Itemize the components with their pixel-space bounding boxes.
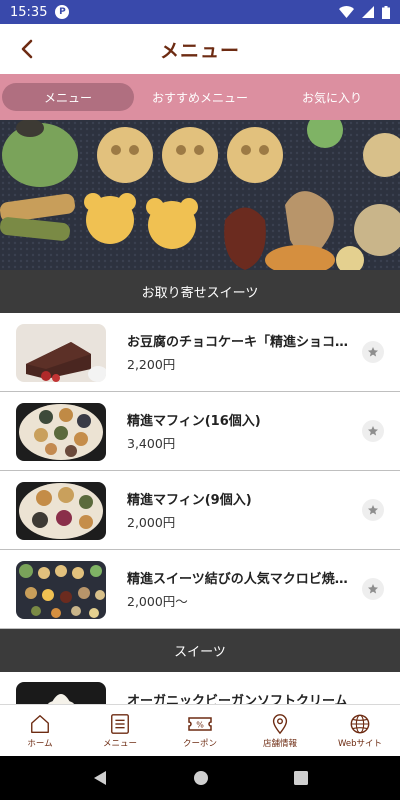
- nav-coupon[interactable]: % クーポン: [160, 705, 240, 756]
- nav-store-info-label: 店舗情報: [262, 738, 297, 749]
- section-header-sweets: スイーツ: [0, 629, 400, 672]
- item-name: 精進マフィン(16個入): [127, 414, 261, 429]
- system-back-icon[interactable]: [92, 770, 108, 786]
- wifi-icon: [339, 6, 354, 18]
- favorite-button[interactable]: [362, 578, 384, 600]
- star-icon: [368, 347, 378, 357]
- home-icon: [31, 714, 49, 733]
- tab-favorites[interactable]: お気に入り: [266, 83, 398, 111]
- app-bar: メニュー: [0, 24, 400, 74]
- back-arrow-icon: [21, 39, 33, 59]
- svg-text:%: %: [196, 720, 204, 729]
- battery-icon: [382, 5, 390, 19]
- star-icon: [368, 426, 378, 436]
- nav-home-label: ホーム: [27, 738, 53, 749]
- globe-icon: [350, 714, 370, 733]
- system-home-icon[interactable]: [193, 770, 209, 786]
- nav-home[interactable]: ホーム: [0, 705, 80, 756]
- menu-item[interactable]: お豆腐のチョコケーキ「精進ショコラ」 2,200円: [0, 313, 400, 392]
- item-price: 2,000円〜: [127, 594, 188, 609]
- section-header-order-sweets: お取り寄せスイーツ: [0, 270, 400, 313]
- tab-recommended[interactable]: おすすめメニュー: [134, 83, 266, 111]
- menu-item[interactable]: 精進スイーツ結びの人気マクロビ焼き菓子 2,000円〜: [0, 550, 400, 629]
- item-price: 3,400円: [127, 436, 176, 451]
- nav-coupon-label: クーポン: [182, 738, 217, 749]
- status-time: 15:35: [10, 4, 48, 20]
- system-navigation-bar: [0, 756, 400, 800]
- item-price: 2,200円: [127, 357, 176, 372]
- favorite-button[interactable]: [362, 341, 384, 363]
- item-thumbnail: [16, 482, 106, 540]
- signal-icon: [362, 6, 374, 18]
- page-title: メニュー: [159, 39, 240, 62]
- back-button[interactable]: [14, 36, 40, 62]
- system-recents-icon[interactable]: [293, 771, 308, 785]
- nav-website-label: Webサイト: [337, 738, 383, 749]
- notification-icon: P: [55, 5, 70, 19]
- item-name: お豆腐のチョコケーキ「精進ショコラ」: [127, 335, 352, 350]
- nav-store-info[interactable]: 店舗情報: [240, 705, 320, 756]
- tab-bar: メニュー おすすめメニュー お気に入り: [0, 74, 400, 120]
- location-pin-icon: [272, 713, 288, 734]
- nav-menu[interactable]: メニュー: [80, 705, 160, 756]
- favorite-button[interactable]: [362, 499, 384, 521]
- menu-item[interactable]: オーガニックビーガンソフトクリーム: [0, 672, 400, 704]
- item-name: 精進スイーツ結びの人気マクロビ焼き菓子: [127, 572, 352, 587]
- menu-item[interactable]: 精進マフィン(9個入) 2,000円: [0, 471, 400, 550]
- star-icon: [368, 505, 378, 515]
- favorite-button[interactable]: [362, 420, 384, 442]
- item-name: オーガニックビーガンソフトクリーム: [127, 694, 348, 704]
- menu-item[interactable]: 精進マフィン(16個入) 3,400円: [0, 392, 400, 471]
- menu-list-icon: [111, 713, 129, 734]
- item-thumbnail: [16, 682, 106, 704]
- nav-website[interactable]: Webサイト: [320, 705, 400, 756]
- item-name: 精進マフィン(9個入): [127, 493, 252, 508]
- coupon-icon: %: [188, 716, 212, 731]
- tab-menu[interactable]: メニュー: [2, 83, 134, 111]
- hero-image: [0, 120, 400, 270]
- status-bar: 15:35 P: [0, 0, 400, 24]
- item-price: 2,000円: [127, 515, 176, 530]
- star-icon: [368, 584, 378, 594]
- item-thumbnail: [16, 561, 106, 619]
- nav-menu-label: メニュー: [102, 738, 137, 749]
- bottom-navigation: ホーム メニュー % クーポン 店舗情報 Webサイト: [0, 704, 400, 756]
- item-thumbnail: [16, 403, 106, 461]
- item-thumbnail: [16, 324, 106, 382]
- status-icons: [339, 5, 390, 19]
